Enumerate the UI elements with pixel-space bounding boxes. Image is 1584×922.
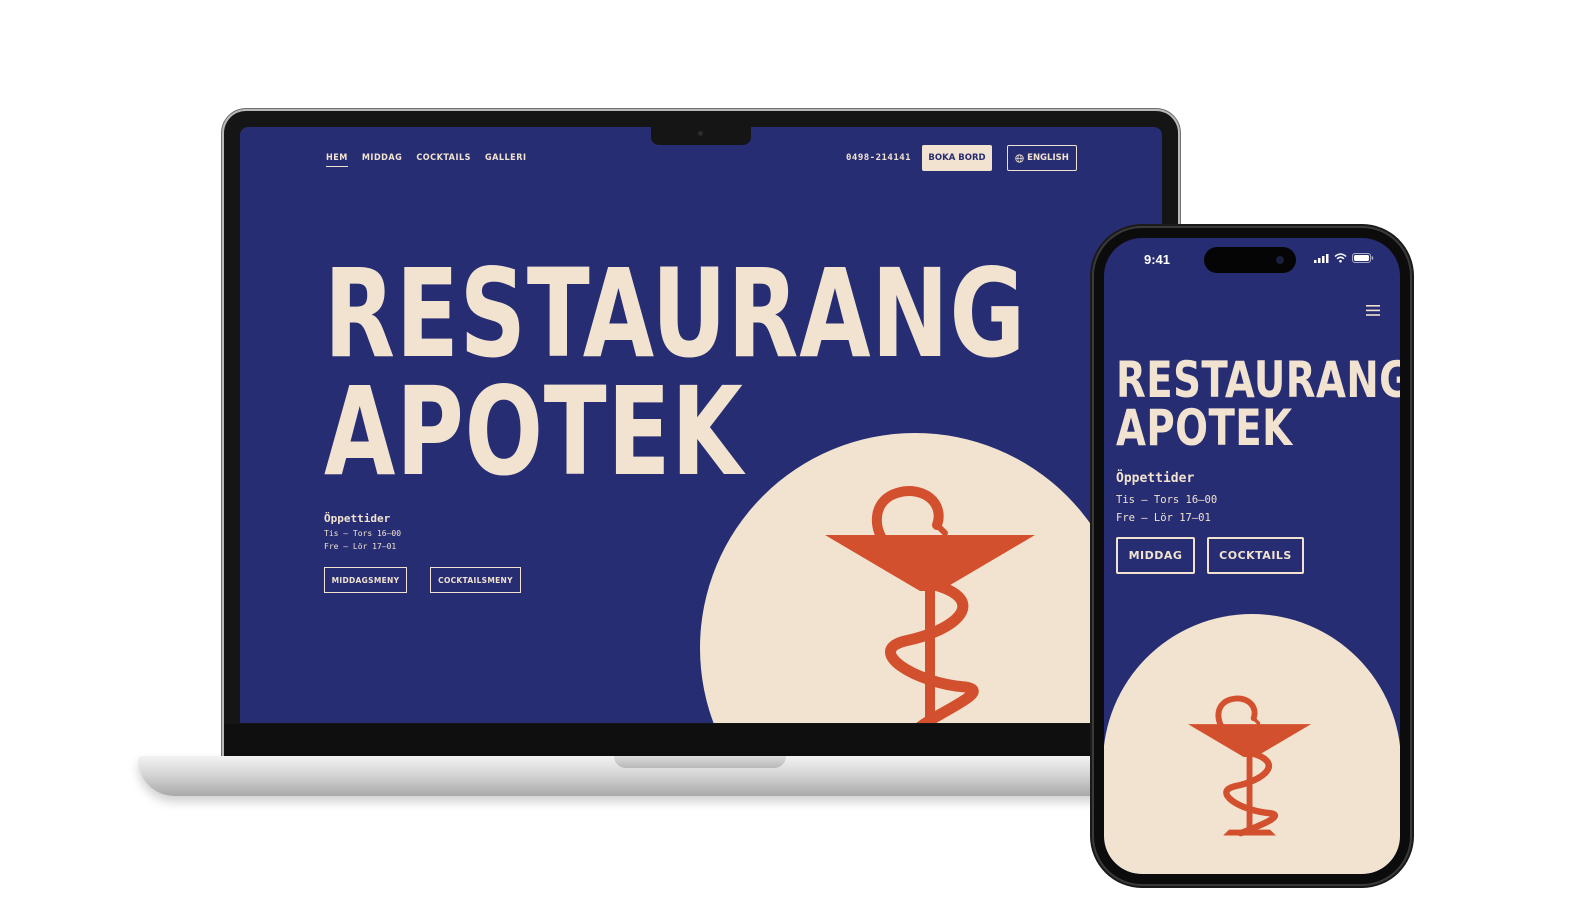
book-table-button[interactable]: BOKA BORD [922,145,992,171]
mobile-hero-title-line-2: APOTEK [1116,399,1293,457]
wifi-icon [1334,253,1347,263]
main-nav: HEM MIDDAG COCKTAILS GALLERI [326,153,526,167]
opening-hours-weekday: Tis – Tors 16–00 [324,529,402,538]
mobile-opening-hours-weekday: Tis – Tors 16–00 [1116,494,1218,506]
nav-item-galleri[interactable]: GALLERI [485,153,527,167]
laptop-open-notch [614,756,786,768]
dynamic-island [1204,247,1296,273]
opening-hours-heading: Öppettider [324,512,391,525]
mobile-hero-title: RESTAURANG APOTEK [1116,355,1400,453]
hamburger-menu-icon[interactable] [1366,305,1380,316]
mobile-bowl-of-hygieia-icon [1188,695,1312,837]
phone-number-link[interactable]: 0498-214141 [846,153,911,163]
mobile-opening-hours-weekend: Fre – Lör 17–01 [1116,512,1211,524]
language-label: ENGLISH [1027,153,1069,163]
opening-hours-weekend: Fre – Lör 17–01 [324,542,397,551]
bowl-of-hygieia-icon [825,486,1035,723]
mobile-opening-hours-heading: Öppettider [1116,471,1195,486]
phone-frame: 9:41 RESTAURANG APOTEK Öppettider Tis – … [1094,228,1410,884]
dinner-menu-button[interactable]: MIDDAGSMENY [324,567,407,593]
mobile-website: 9:41 RESTAURANG APOTEK Öppettider Tis – … [1104,238,1400,874]
desktop-website: HEM MIDDAG COCKTAILS GALLERI 0498-214141… [240,127,1162,723]
nav-item-hem[interactable]: HEM [326,153,348,167]
cocktail-menu-button[interactable]: COCKTAILSMENY [430,567,521,593]
nav-item-cocktails[interactable]: COCKTAILS [416,153,471,167]
battery-icon [1352,253,1374,263]
status-icons [1314,253,1374,263]
status-time: 9:41 [1144,252,1171,267]
globe-icon [1015,153,1024,163]
laptop-frame: HEM MIDDAG COCKTAILS GALLERI 0498-214141… [224,111,1178,757]
laptop-notch [651,127,751,145]
nav-item-middag[interactable]: MIDDAG [362,153,402,167]
mobile-dinner-button[interactable]: MIDDAG [1116,537,1195,574]
camera-icon [698,131,703,136]
hero-title-line-2: APOTEK [324,361,744,503]
laptop-chin [224,724,1178,756]
language-button[interactable]: ENGLISH [1007,145,1077,171]
camera-icon [1276,256,1284,264]
signal-icon [1314,253,1329,263]
mobile-cocktails-button[interactable]: COCKTAILS [1207,537,1304,574]
